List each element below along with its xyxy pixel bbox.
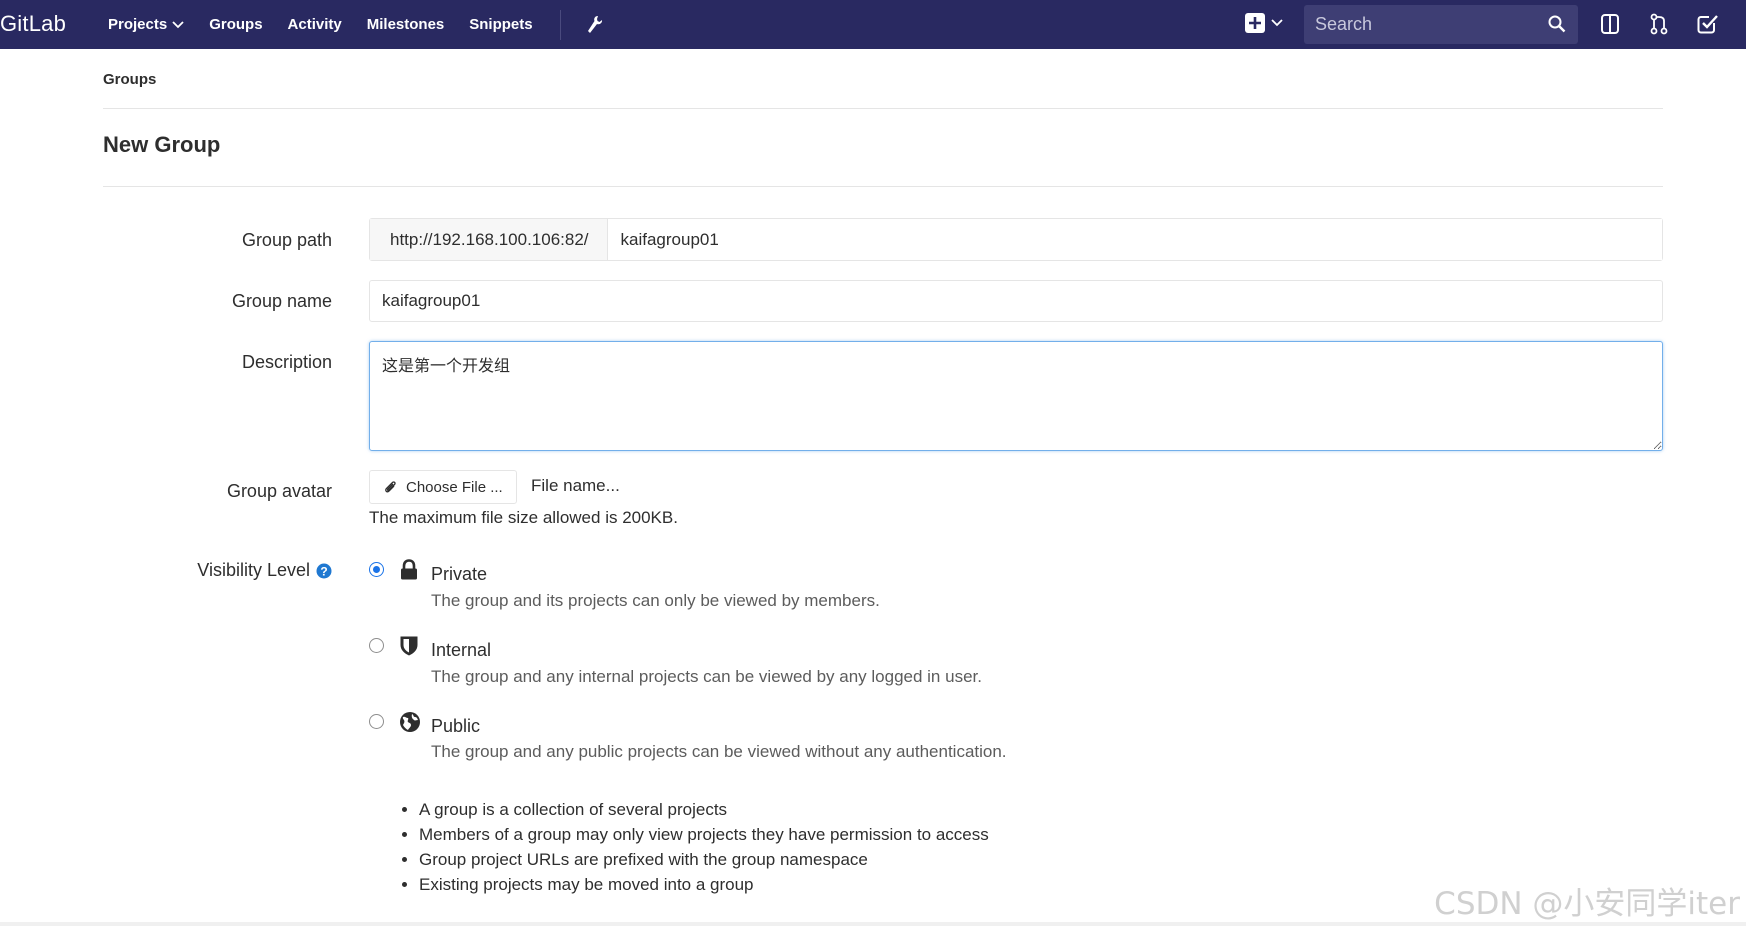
choose-file-button[interactable]: Choose File ... — [369, 470, 517, 504]
gitlab-logo[interactable]: GitLab — [0, 11, 66, 37]
visibility-public-desc: The group and any public projects can be… — [431, 742, 1007, 761]
admin-wrench-icon[interactable] — [585, 14, 605, 36]
watermark: CSDN @小安同学iter — [1434, 886, 1740, 922]
nav-links: Projects Groups Activity Milestones Snip… — [108, 0, 605, 49]
visibility-public-radio[interactable] — [369, 714, 384, 729]
nav-projects-label: Projects — [108, 16, 168, 33]
visibility-private-radio[interactable] — [369, 562, 384, 577]
nav-divider — [559, 9, 561, 40]
nav-activity[interactable]: Activity — [288, 16, 342, 33]
chevron-down-icon — [1271, 19, 1283, 27]
page-bottom-border — [0, 922, 1746, 926]
shield-icon — [400, 636, 418, 656]
page-title: New Group — [103, 132, 221, 157]
visibility-internal-desc: The group and any internal projects can … — [431, 667, 982, 686]
nav-milestones[interactable]: Milestones — [367, 16, 445, 33]
file-size-help: The maximum file size allowed is 200KB. — [369, 508, 678, 527]
list-item: Existing projects may be moved into a gr… — [419, 872, 989, 897]
merge-request-icon[interactable] — [1649, 13, 1669, 35]
chevron-down-icon — [172, 20, 184, 28]
description-textarea[interactable]: 这是第一个开发组 — [369, 341, 1663, 451]
search-input[interactable] — [1304, 14, 1534, 35]
todos-check-icon[interactable] — [1697, 13, 1719, 35]
list-item: Group project URLs are prefixed with the… — [419, 847, 989, 872]
nav-snippets[interactable]: Snippets — [469, 16, 532, 33]
issues-icon[interactable] — [1600, 13, 1620, 35]
list-item: A group is a collection of several proje… — [419, 797, 989, 822]
visibility-private-title: Private — [431, 564, 488, 584]
nav-groups[interactable]: Groups — [209, 16, 262, 33]
question-circle-icon[interactable]: ? — [316, 563, 332, 579]
divider — [103, 108, 1663, 109]
visibility-internal-radio[interactable] — [369, 638, 384, 653]
visibility-public-title: Public — [431, 716, 481, 736]
plus-square-icon — [1245, 13, 1265, 33]
description-label: Description — [241, 352, 332, 372]
visibility-level-text: Visibility Level — [197, 560, 310, 580]
group-avatar-label: Group avatar — [226, 481, 332, 501]
file-name-text: File name... — [531, 476, 620, 495]
group-name-label: Group name — [231, 291, 332, 311]
list-item: Members of a group may only view project… — [419, 822, 989, 847]
nav-projects[interactable]: Projects — [108, 16, 184, 33]
group-path-field: http://192.168.100.106:82/ — [369, 218, 1663, 261]
paperclip-icon — [385, 481, 396, 493]
group-path-input[interactable] — [607, 219, 1662, 260]
globe-icon — [400, 712, 420, 732]
group-help-list: A group is a collection of several proje… — [419, 797, 989, 897]
svg-text:?: ? — [320, 564, 327, 578]
visibility-level-label: Visibility Level ? — [197, 560, 332, 581]
visibility-private-desc: The group and its projects can only be v… — [431, 591, 880, 610]
top-navbar: GitLab Projects Groups Activity Mileston… — [0, 0, 1746, 49]
group-name-input[interactable] — [369, 280, 1663, 322]
breadcrumb[interactable]: Groups — [103, 71, 156, 88]
search-box — [1304, 5, 1578, 44]
lock-icon — [401, 559, 417, 580]
divider — [103, 186, 1663, 187]
search-icon[interactable] — [1548, 15, 1566, 33]
group-path-label: Group path — [241, 230, 332, 250]
choose-file-label: Choose File ... — [406, 478, 503, 496]
group-path-prefix: http://192.168.100.106:82/ — [370, 219, 608, 260]
visibility-internal-title: Internal — [431, 640, 492, 660]
new-item-dropdown[interactable] — [1245, 13, 1283, 33]
